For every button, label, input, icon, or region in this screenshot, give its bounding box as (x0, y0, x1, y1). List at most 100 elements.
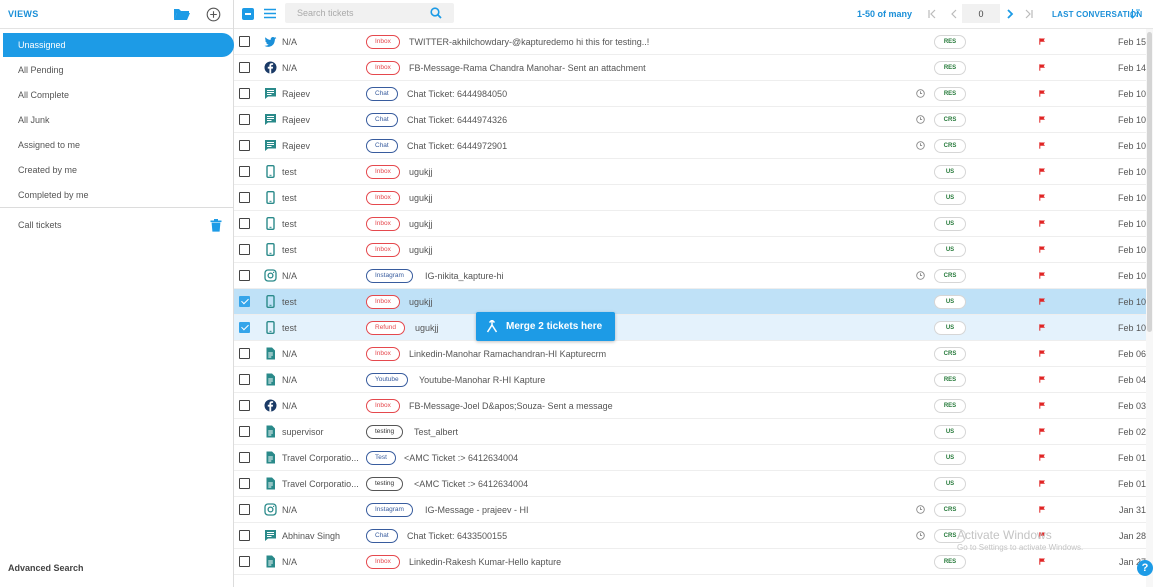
chevron-left-icon[interactable] (949, 9, 959, 19)
row-checkbox[interactable] (239, 36, 250, 47)
row-checkbox[interactable] (239, 504, 250, 515)
requester-name[interactable]: N/A (282, 271, 297, 281)
ticket-subject[interactable]: ugukjj (415, 323, 439, 333)
ticket-subject[interactable]: Chat Ticket: 6444984050 (407, 89, 507, 99)
first-page-icon[interactable] (927, 9, 937, 19)
requester-name[interactable]: Rajeev (282, 89, 310, 99)
folder-open-icon[interactable] (173, 7, 191, 21)
sort-icon[interactable] (1130, 8, 1140, 19)
row-checkbox[interactable] (239, 296, 250, 307)
ticket-subject[interactable]: FB-Message-Joel D&apos;Souza- Sent a mes… (409, 401, 613, 411)
requester-name[interactable]: test (282, 323, 297, 333)
row-checkbox[interactable] (239, 218, 250, 229)
view-item-all-junk[interactable]: All Junk (3, 108, 234, 132)
flag-icon[interactable] (1039, 480, 1046, 487)
row-checkbox[interactable] (239, 322, 250, 333)
search-input[interactable] (285, 3, 425, 23)
scrollbar-thumb[interactable] (1147, 32, 1152, 332)
row-checkbox[interactable] (239, 88, 250, 99)
ticket-subject[interactable]: ugukjj (409, 297, 433, 307)
flag-icon[interactable] (1039, 220, 1046, 227)
table-row[interactable]: N/A Inbox FB-Message-Rama Chandra Manohar-… (234, 55, 1146, 81)
last-page-icon[interactable] (1024, 9, 1034, 19)
flag-icon[interactable] (1039, 558, 1046, 565)
requester-name[interactable]: test (282, 219, 297, 229)
row-checkbox[interactable] (239, 114, 250, 125)
ticket-subject[interactable]: Chat Ticket: 6444974326 (407, 115, 507, 125)
row-checkbox[interactable] (239, 244, 250, 255)
flag-icon[interactable] (1039, 298, 1046, 305)
row-checkbox[interactable] (239, 348, 250, 359)
flag-icon[interactable] (1039, 90, 1046, 97)
requester-name[interactable]: Rajeev (282, 141, 310, 151)
requester-name[interactable]: N/A (282, 505, 297, 515)
flag-icon[interactable] (1039, 402, 1046, 409)
table-row[interactable]: Travel Corporatio... testing <AMC Ticket :… (234, 471, 1146, 497)
table-row[interactable]: test Inbox ugukjj US Feb 10 (234, 211, 1146, 237)
flag-icon[interactable] (1039, 64, 1046, 71)
flag-icon[interactable] (1039, 454, 1046, 461)
view-item-created-by-me[interactable]: Created by me (3, 158, 234, 182)
row-checkbox[interactable] (239, 426, 250, 437)
table-row[interactable]: supervisor testing Test_albert US Feb 02 (234, 419, 1146, 445)
ticket-subject[interactable]: <AMC Ticket :> 6412634004 (414, 479, 528, 489)
flag-icon[interactable] (1039, 428, 1046, 435)
table-row[interactable]: Travel Corporatio... Test <AMC Ticket :> 6… (234, 445, 1146, 471)
row-checkbox[interactable] (239, 140, 250, 151)
flag-icon[interactable] (1039, 506, 1046, 513)
table-row[interactable]: test Refund ugukjj US Feb 10 (234, 315, 1146, 341)
requester-name[interactable]: Abhinav Singh (282, 531, 340, 541)
ticket-subject[interactable]: IG-nikita_kapture-hi (425, 271, 504, 281)
list-menu-icon[interactable] (264, 8, 276, 19)
requester-name[interactable]: N/A (282, 557, 297, 567)
flag-icon[interactable] (1039, 246, 1046, 253)
help-icon[interactable]: ? (1137, 560, 1153, 576)
ticket-subject[interactable]: Test_albert (414, 427, 458, 437)
view-item-unassigned[interactable]: Unassigned (3, 33, 234, 57)
flag-icon[interactable] (1039, 142, 1046, 149)
page-number-input[interactable] (962, 4, 1000, 23)
row-checkbox[interactable] (239, 530, 250, 541)
ticket-subject[interactable]: Linkedin-Manohar Ramachandran-HI Kapture… (409, 349, 606, 359)
table-row[interactable]: test Inbox ugukjj US Feb 10 (234, 159, 1146, 185)
flag-icon[interactable] (1039, 168, 1046, 175)
chevron-right-icon[interactable] (1005, 9, 1015, 19)
table-row[interactable]: N/A Inbox TWITTER-akhilchowdary-@kapturede… (234, 29, 1146, 55)
flag-icon[interactable] (1039, 116, 1046, 123)
requester-name[interactable]: Rajeev (282, 115, 310, 125)
table-row[interactable]: N/A Inbox FB-Message-Joel D&apos;Souza- Se… (234, 393, 1146, 419)
row-checkbox[interactable] (239, 270, 250, 281)
ticket-subject[interactable]: ugukjj (409, 245, 433, 255)
ticket-subject[interactable]: Chat Ticket: 6444972901 (407, 141, 507, 151)
flag-icon[interactable] (1039, 272, 1046, 279)
requester-name[interactable]: N/A (282, 401, 297, 411)
table-row[interactable]: test Inbox ugukjj US Feb 10 (234, 289, 1146, 315)
table-row[interactable]: N/A Inbox Linkedin-Rakesh Kumar-Hello kapt… (234, 549, 1146, 575)
add-circle-icon[interactable] (206, 7, 221, 22)
row-checkbox[interactable] (239, 192, 250, 203)
table-row[interactable]: Rajeev Chat Chat Ticket: 6444974326 CRS Feb … (234, 107, 1146, 133)
row-checkbox[interactable] (239, 166, 250, 177)
requester-name[interactable]: supervisor (282, 427, 324, 437)
row-checkbox[interactable] (239, 556, 250, 567)
requester-name[interactable]: test (282, 297, 297, 307)
row-checkbox[interactable] (239, 400, 250, 411)
table-row[interactable]: Rajeev Chat Chat Ticket: 6444972901 CRS Feb … (234, 133, 1146, 159)
table-row[interactable]: N/A Inbox Linkedin-Manohar Ramachandran-HI… (234, 341, 1146, 367)
requester-name[interactable]: N/A (282, 63, 297, 73)
flag-icon[interactable] (1039, 376, 1046, 383)
requester-name[interactable]: Travel Corporatio... (282, 479, 359, 489)
requester-name[interactable]: test (282, 167, 297, 177)
table-row[interactable]: N/A Instagram IG-nikita_kapture-hi CRS Feb 1… (234, 263, 1146, 289)
search-icon[interactable] (430, 7, 442, 19)
ticket-subject[interactable]: ugukjj (409, 193, 433, 203)
select-all-checkbox[interactable] (242, 8, 254, 20)
view-item-all-pending[interactable]: All Pending (3, 58, 234, 82)
flag-icon[interactable] (1039, 350, 1046, 357)
requester-name[interactable]: N/A (282, 375, 297, 385)
flag-icon[interactable] (1039, 38, 1046, 45)
sort-by-label[interactable]: LAST CONVERSATION (1052, 10, 1142, 19)
ticket-subject[interactable]: FB-Message-Rama Chandra Manohar- Sent an… (409, 63, 646, 73)
requester-name[interactable]: test (282, 245, 297, 255)
table-row[interactable]: N/A Youtube Youtube-Manohar R-HI Kapture RE… (234, 367, 1146, 393)
